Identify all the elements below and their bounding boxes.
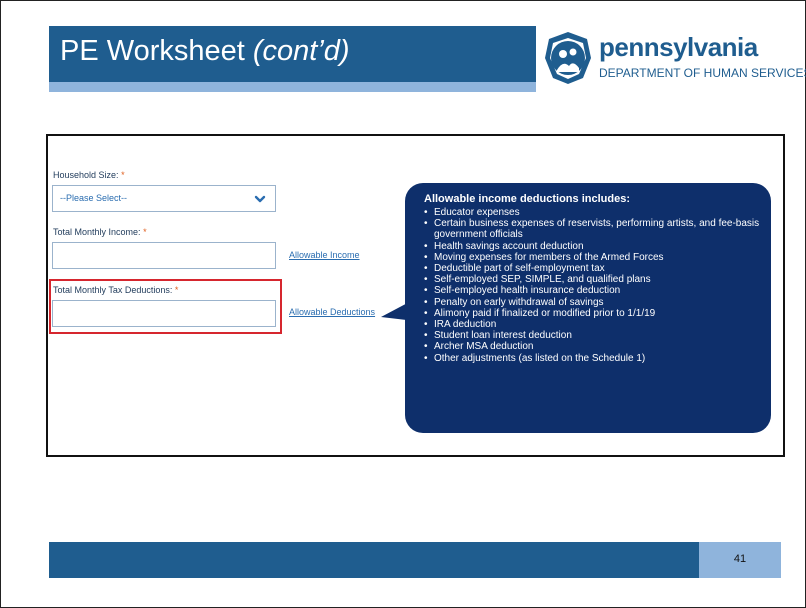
total-monthly-income-label-text: Total Monthly Income: bbox=[53, 227, 141, 237]
list-item: Student loan interest deduction bbox=[424, 330, 764, 341]
highlight-box bbox=[49, 279, 282, 334]
household-size-selected-value: --Please Select-- bbox=[60, 193, 128, 203]
footer-bar bbox=[49, 542, 699, 578]
list-item: Educator expenses bbox=[424, 207, 764, 218]
list-item: Alimony paid if finalized or modified pr… bbox=[424, 308, 764, 319]
page-number: 41 bbox=[733, 553, 747, 565]
list-item: Certain business expenses of reservists,… bbox=[424, 218, 764, 240]
allowable-deductions-link[interactable]: Allowable Deductions bbox=[289, 307, 375, 317]
family-seal-icon bbox=[545, 32, 591, 84]
logo-subtitle: DEPARTMENT OF HUMAN SERVICES bbox=[599, 66, 806, 80]
list-item: Deductible part of self-employment tax bbox=[424, 263, 764, 274]
household-size-label-text: Household Size: bbox=[53, 170, 119, 180]
total-monthly-income-label: Total Monthly Income: * bbox=[53, 227, 147, 237]
logo-wordmark: pennsylvania bbox=[599, 32, 758, 62]
slide-title-main: PE Worksheet bbox=[60, 35, 253, 67]
list-item: Health savings account deduction bbox=[424, 241, 764, 252]
slide-title-italic: (cont’d) bbox=[252, 35, 350, 67]
title-underline bbox=[49, 82, 536, 92]
required-asterisk: * bbox=[143, 227, 147, 237]
callout-title: Allowable income deductions includes: bbox=[424, 193, 630, 205]
slide-title: PE Worksheet (cont’d) bbox=[60, 31, 350, 71]
required-asterisk: * bbox=[121, 170, 125, 180]
callout-list: Educator expenses Certain business expen… bbox=[424, 207, 764, 364]
allowable-income-link[interactable]: Allowable Income bbox=[289, 250, 360, 260]
pa-dhs-logo: pennsylvania DEPARTMENT OF HUMAN SERVICE… bbox=[543, 30, 806, 90]
household-size-label: Household Size: * bbox=[53, 170, 125, 180]
list-item: IRA deduction bbox=[424, 319, 764, 330]
list-item: Penalty on early withdrawal of savings bbox=[424, 297, 764, 308]
total-monthly-income-input[interactable] bbox=[52, 242, 276, 269]
list-item: Self-employed SEP, SIMPLE, and qualified… bbox=[424, 274, 764, 285]
list-item: Self-employed health insurance deduction bbox=[424, 285, 764, 296]
list-item: Archer MSA deduction bbox=[424, 341, 764, 352]
list-item: Moving expenses for members of the Armed… bbox=[424, 252, 764, 263]
household-size-select[interactable]: --Please Select-- bbox=[52, 185, 276, 212]
list-item: Other adjustments (as listed on the Sche… bbox=[424, 353, 764, 364]
chevron-down-icon bbox=[254, 195, 266, 203]
